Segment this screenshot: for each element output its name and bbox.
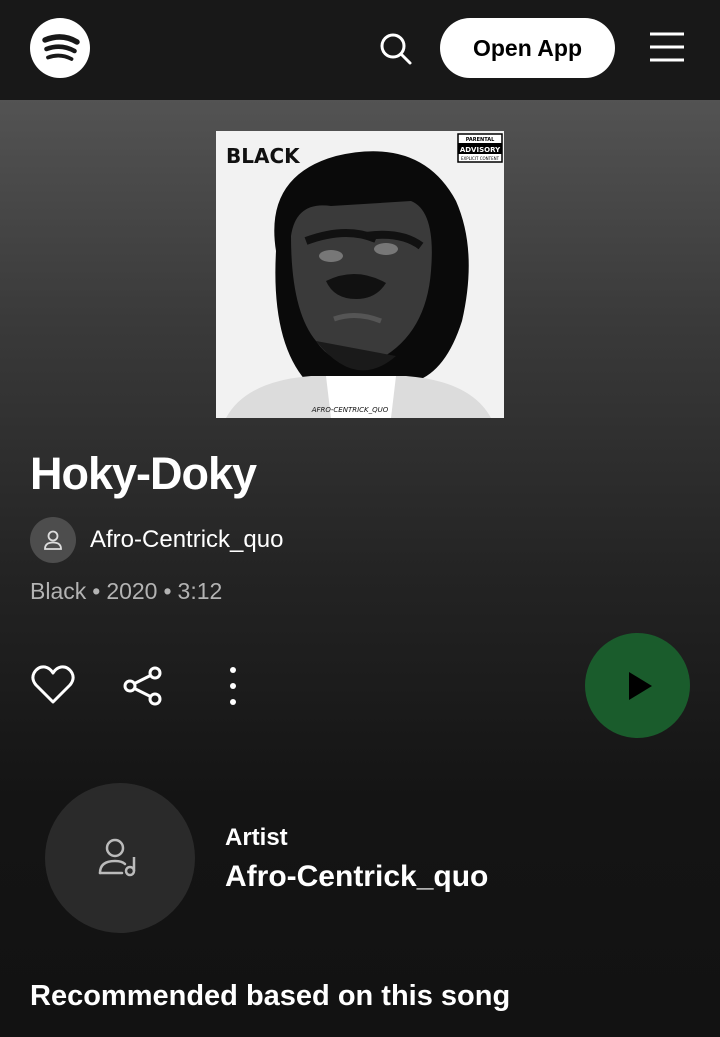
share-icon[interactable] [120,664,166,708]
advisory-line-1: PARENTAL [466,137,495,143]
artist-music-icon [98,838,136,877]
top-bar: Open App [0,0,720,100]
search-icon[interactable] [376,29,416,69]
spotify-logo-icon[interactable] [30,18,90,78]
recommended-heading: Recommended based on this song [30,980,511,1012]
advisory-line-2: ADVISORY [460,146,501,154]
meta-separator: • [163,578,172,604]
album-name[interactable]: Black [30,578,86,604]
hamburger-menu-icon[interactable] [646,28,688,68]
cover-title-text: BLACK [226,144,301,168]
artist-avatar [30,517,76,563]
release-year: 2020 [106,578,158,604]
advisory-line-3: EXPLICIT CONTENT [461,156,500,161]
track-artist-row[interactable]: Afro-Centrick_quo [30,517,283,563]
more-options-icon[interactable] [218,664,248,708]
track-meta: Black • 2020 • 3:12 [30,578,222,605]
artist-card-name[interactable]: Afro-Centrick_quo [225,860,488,894]
track-artist-link[interactable]: Afro-Centrick_quo [90,526,283,554]
artist-card-avatar[interactable] [45,783,195,933]
cover-artist-text: AFRO-CENTRICK_QUO [311,406,389,414]
play-icon [628,671,652,700]
play-button[interactable] [585,633,690,738]
open-app-button[interactable]: Open App [440,18,615,78]
track-duration: 3:12 [177,578,223,604]
heart-icon[interactable] [30,662,76,708]
album-cover-image: BLACK PARENTAL ADVISORY EXPLICIT CONTENT… [216,131,504,418]
track-title: Hoky-Doky [30,448,257,499]
artist-card-label: Artist [225,824,288,851]
user-icon [44,530,62,550]
meta-separator: • [92,578,101,604]
